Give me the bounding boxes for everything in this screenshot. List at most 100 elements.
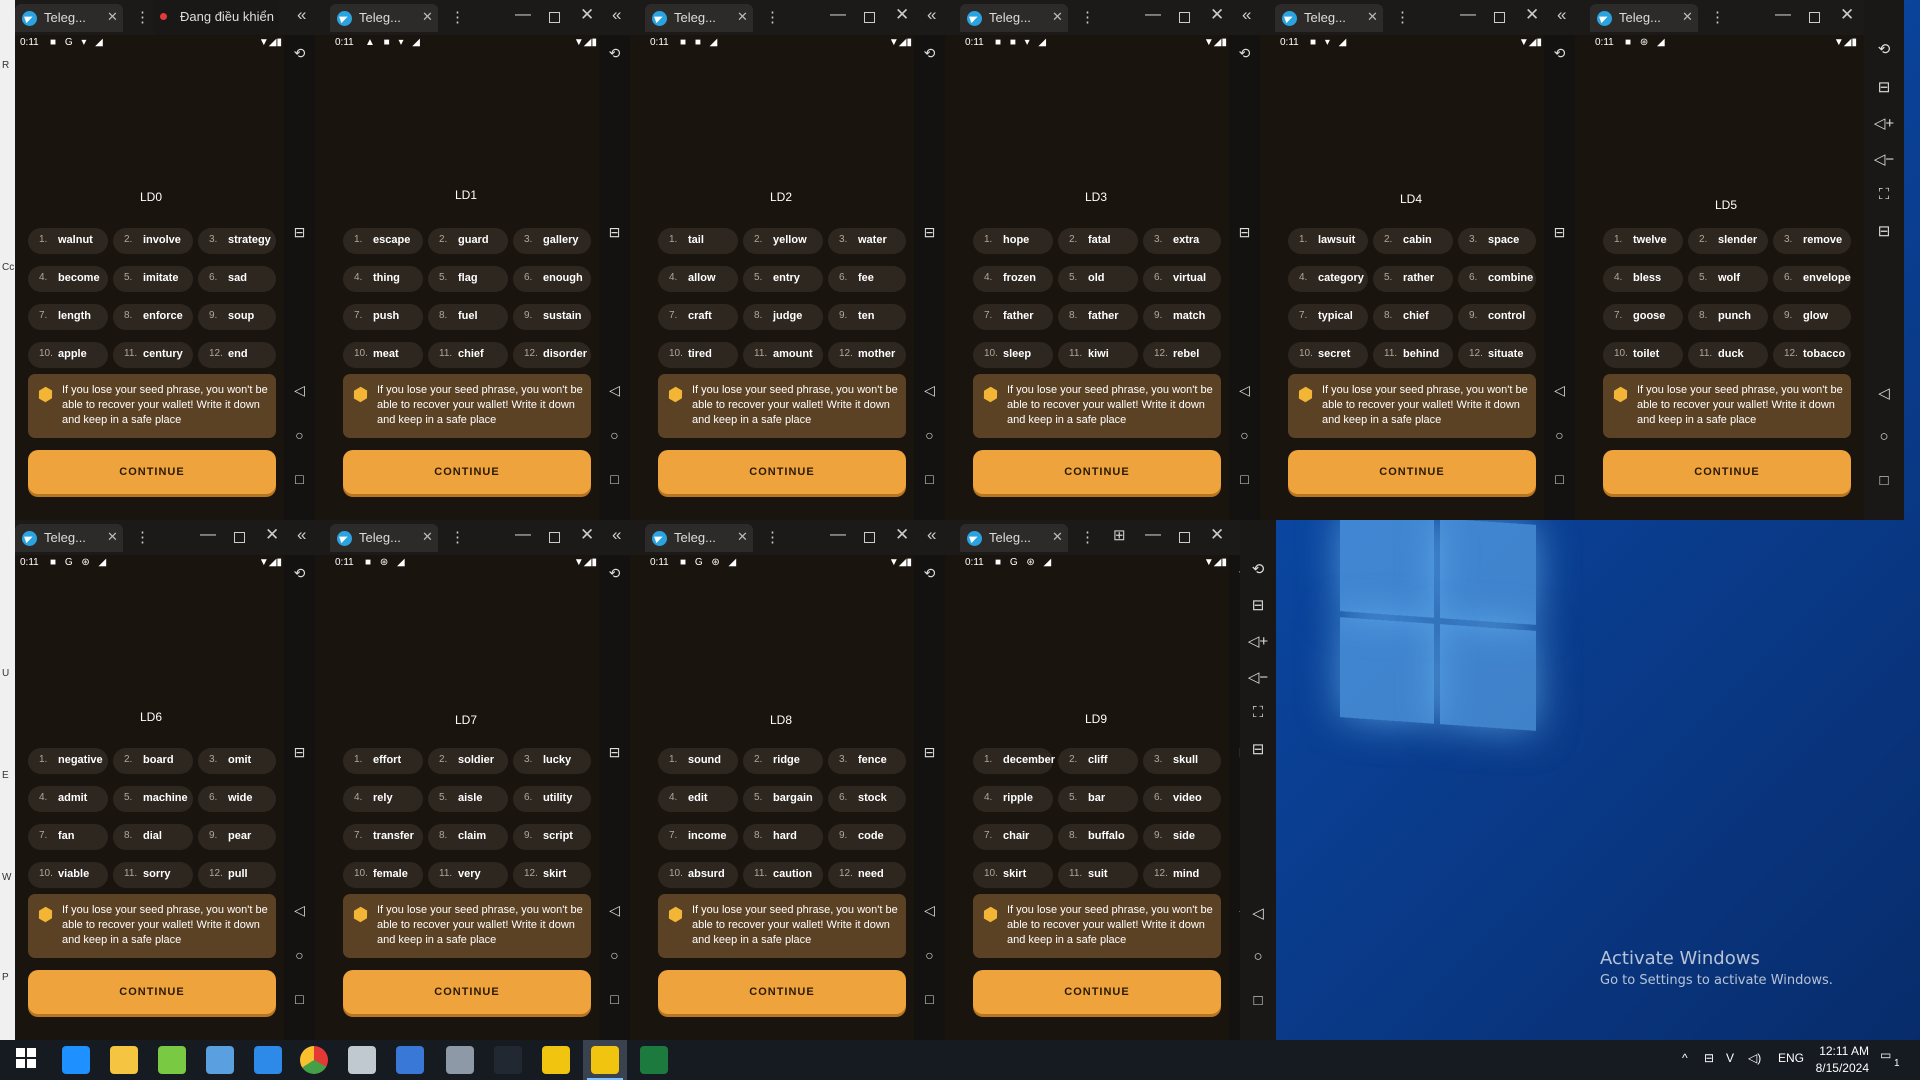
gamepad-icon[interactable]: ⊞ [1113,526,1126,544]
excel-icon[interactable] [640,1046,668,1074]
telegram-tab[interactable]: Teleg... ✕ [330,4,438,32]
telegram-tab[interactable]: Teleg... ✕ [645,524,753,552]
minimize-icon[interactable]: — [1145,6,1161,24]
continue-button[interactable]: CONTINUE [343,970,591,1014]
collapse-sidebar-icon[interactable]: « [297,525,306,545]
keyboard-icon[interactable]: ⊟ [914,744,945,761]
collapse-sidebar-icon[interactable]: « [612,525,621,545]
rotate-icon[interactable]: ⟲ [914,565,945,582]
screenshot-icon[interactable]: ⛶ [1240,704,1276,721]
maximize-icon[interactable] [549,532,560,543]
back-icon[interactable]: ◁ [284,382,315,399]
volume-icon[interactable]: ◁) [1748,1051,1761,1065]
continue-button[interactable]: CONTINUE [973,970,1221,1014]
more-menu-icon[interactable]: ⋮ [135,528,150,546]
tab-close-icon[interactable]: ✕ [422,9,433,25]
recent-apps-icon[interactable]: □ [599,991,630,1007]
keyboard-icon[interactable]: ⊟ [1544,224,1575,241]
volume-up-icon[interactable]: ◁+ [1240,632,1276,650]
volume-down-icon[interactable]: ◁− [1240,668,1276,686]
notepad-icon[interactable] [158,1046,186,1074]
tab-close-icon[interactable]: ✕ [1052,529,1063,545]
tab-close-icon[interactable]: ✕ [737,9,748,25]
close-icon[interactable]: ✕ [1525,5,1539,25]
continue-button[interactable]: CONTINUE [973,450,1221,494]
home-icon[interactable]: ○ [284,427,315,443]
recent-apps-icon[interactable]: □ [1229,471,1260,487]
rotate-icon[interactable]: ⟲ [284,565,315,582]
minimize-icon[interactable]: — [200,526,216,544]
show-hidden-icons-icon[interactable]: ^ [1682,1051,1688,1065]
powershell-icon[interactable] [396,1046,424,1074]
tab-close-icon[interactable]: ✕ [422,529,433,545]
more-menu-icon[interactable]: ⋮ [450,528,465,546]
ldplayer-icon[interactable] [542,1046,570,1074]
collapse-sidebar-icon[interactable]: « [927,5,936,25]
maximize-icon[interactable] [1179,12,1190,23]
keyboard-icon[interactable]: ⊟ [1864,78,1904,96]
close-icon[interactable]: ✕ [1840,5,1854,25]
collapse-sidebar-icon[interactable]: « [297,5,306,25]
telegram-tab[interactable]: Teleg... ✕ [1275,4,1383,32]
maximize-icon[interactable] [864,532,875,543]
edge-icon[interactable] [62,1046,90,1074]
rotate-icon[interactable]: ⟲ [599,565,630,582]
telegram-tab[interactable]: Teleg... ✕ [15,4,123,32]
recent-apps-icon[interactable]: □ [284,991,315,1007]
collapse-sidebar-icon[interactable]: « [927,525,936,545]
terminal-icon[interactable] [494,1046,522,1074]
ldmultiplayer-icon[interactable] [591,1046,619,1074]
collapse-sidebar-icon[interactable]: « [612,5,621,25]
close-icon[interactable]: ✕ [895,525,909,545]
close-icon[interactable]: ✕ [265,525,279,545]
calculator-icon[interactable] [446,1046,474,1074]
keyboard-icon[interactable]: ⊟ [914,224,945,241]
rotate-icon[interactable]: ⟲ [1544,45,1575,62]
recent-apps-icon[interactable]: □ [914,991,945,1007]
continue-button[interactable]: CONTINUE [658,970,906,1014]
back-icon[interactable]: ◁ [1240,904,1276,922]
home-icon[interactable]: ○ [1229,427,1260,443]
back-icon[interactable]: ◁ [1229,382,1260,399]
maximize-icon[interactable] [1179,532,1190,543]
minimize-icon[interactable]: — [830,526,846,544]
recent-apps-icon[interactable]: □ [1544,471,1575,487]
rotate-icon[interactable]: ⟲ [284,45,315,62]
minimize-icon[interactable]: — [830,6,846,24]
more-menu-icon[interactable]: ⋮ [1080,8,1095,26]
telegram-tab[interactable]: Teleg... ✕ [645,4,753,32]
maximize-icon[interactable] [864,12,875,23]
keyboard-icon[interactable]: ⊟ [1229,224,1260,241]
rotate-icon[interactable]: ⟲ [1864,40,1904,58]
maximize-icon[interactable] [1809,12,1820,23]
telegram-tab[interactable]: Teleg... ✕ [1590,4,1698,32]
continue-button[interactable]: CONTINUE [1603,450,1851,494]
close-icon[interactable]: ✕ [895,5,909,25]
rotate-icon[interactable]: ⟲ [914,45,945,62]
keyboard-icon[interactable]: ⊟ [599,744,630,761]
more-menu-icon[interactable]: ⋮ [135,8,150,26]
printer-icon[interactable] [348,1046,376,1074]
home-icon[interactable]: ○ [914,947,945,963]
telegram-tab[interactable]: Teleg... ✕ [960,4,1068,32]
volume-down-icon[interactable]: ◁− [1864,150,1904,168]
rotate-icon[interactable]: ⟲ [1240,560,1276,578]
recent-apps-icon[interactable]: □ [1864,472,1904,489]
home-icon[interactable]: ○ [1864,428,1904,445]
maximize-icon[interactable] [1494,12,1505,23]
more-menu-icon[interactable]: ⋮ [1395,8,1410,26]
continue-button[interactable]: CONTINUE [28,970,276,1014]
maximize-icon[interactable] [549,12,560,23]
notification-icon[interactable]: ▭ [1880,1048,1891,1062]
close-icon[interactable]: ✕ [580,525,594,545]
antivirus-icon[interactable]: V [1726,1051,1734,1065]
collapse-sidebar-icon[interactable]: « [1242,5,1251,25]
tab-close-icon[interactable]: ✕ [1682,9,1693,25]
close-icon[interactable]: ✕ [580,5,594,25]
keyboard-icon[interactable]: ⊟ [1240,596,1276,614]
language-indicator[interactable]: ENG [1778,1051,1804,1065]
back-icon[interactable]: ◁ [1544,382,1575,399]
minimize-icon[interactable]: — [1775,6,1791,24]
back-icon[interactable]: ◁ [914,382,945,399]
minimize-icon[interactable]: — [515,6,531,24]
